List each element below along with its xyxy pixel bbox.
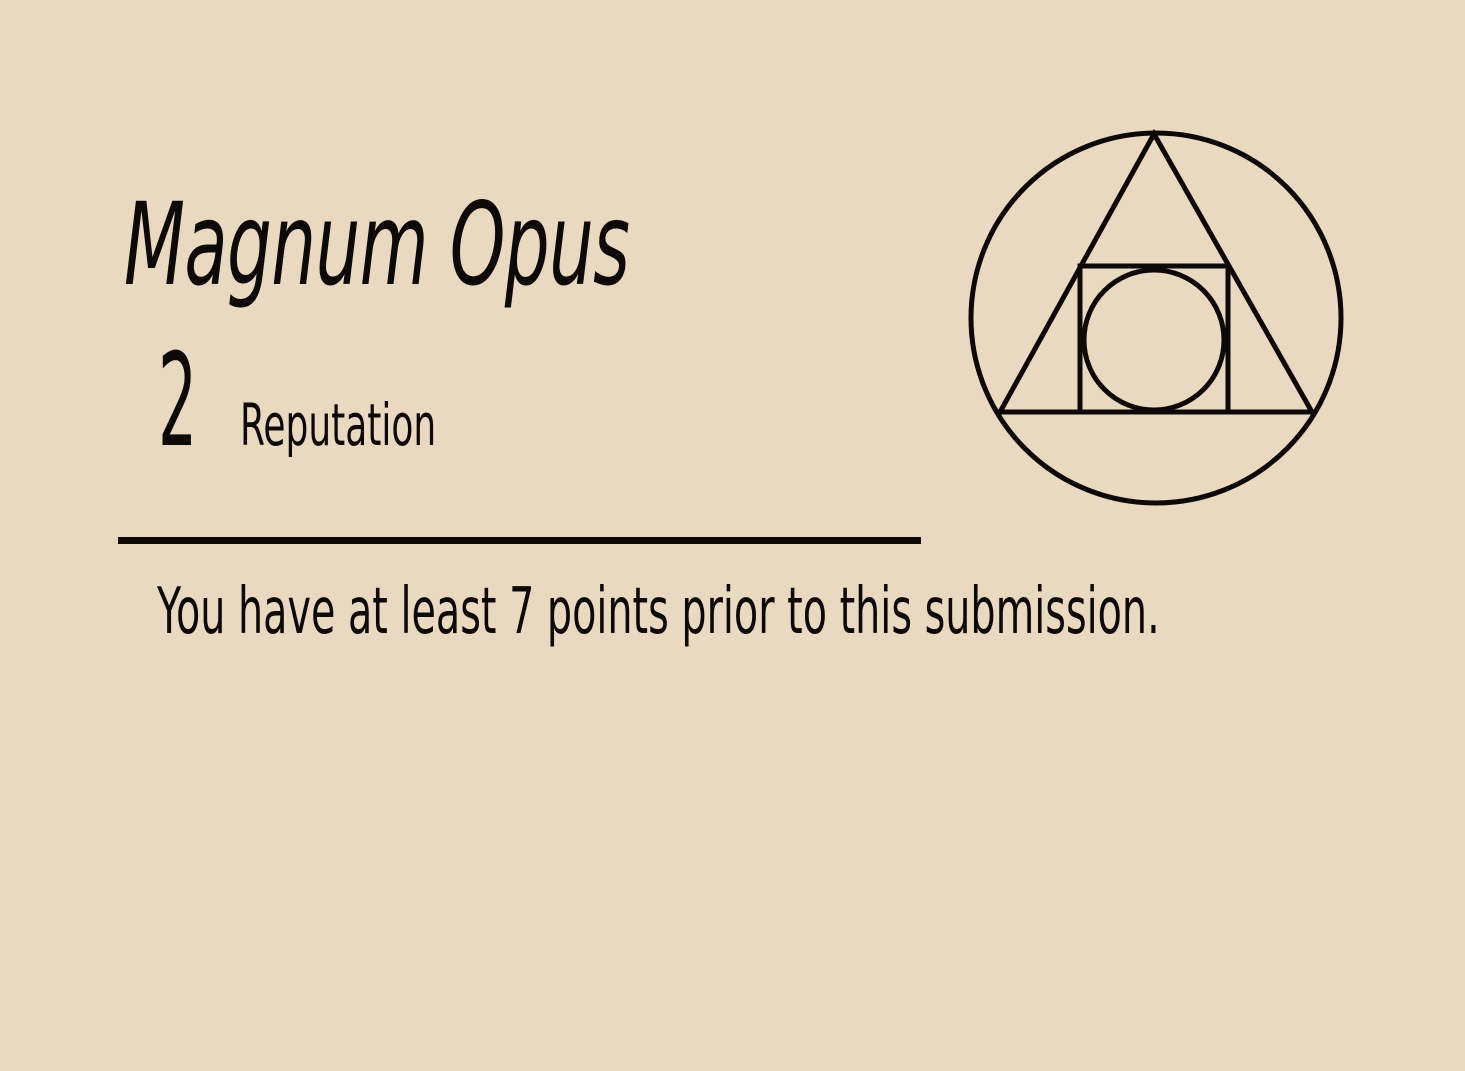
alchemical-squared-circle-icon [968, 128, 1344, 506]
card-title: Magnum Opus [124, 178, 630, 311]
reputation-label: Reputation [240, 391, 437, 459]
emblem-triangle [995, 128, 1317, 415]
achievement-card: Magnum Opus 2 Reputation You have at lea… [0, 0, 1465, 1071]
emblem-outer-circle [968, 130, 1344, 506]
reputation-value: 2 [158, 327, 198, 476]
divider [118, 537, 921, 544]
card-description: You have at least 7 points prior to this… [157, 575, 1160, 649]
emblem-inner-circle [1081, 267, 1227, 413]
